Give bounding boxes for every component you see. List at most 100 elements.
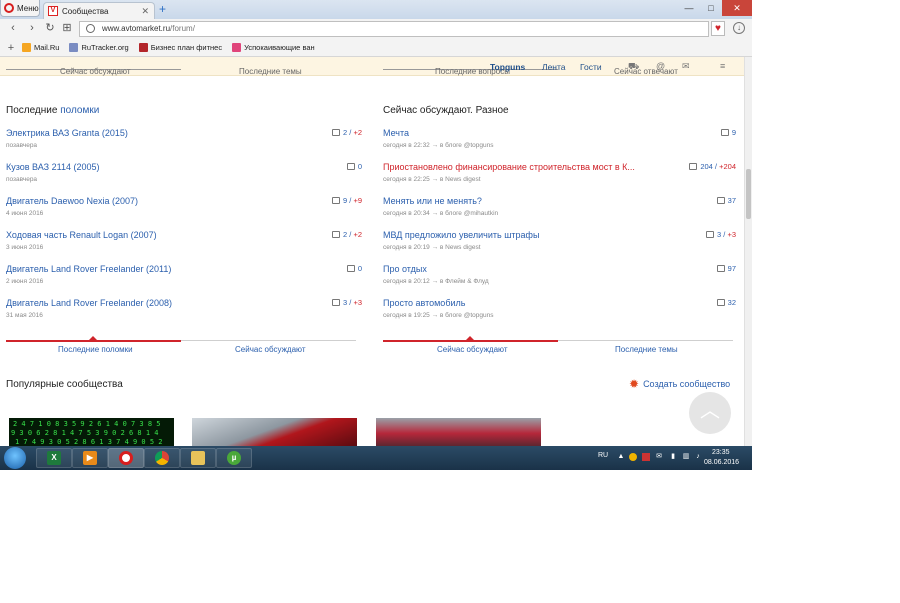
comment-icon (716, 299, 725, 306)
clock-time[interactable]: 23:35 (712, 449, 730, 456)
add-bookmark-icon[interactable]: + (0, 42, 22, 54)
close-tab-icon[interactable]: ✕ (141, 6, 149, 17)
business-plan-icon (138, 43, 148, 52)
community-thumbnail[interactable] (192, 418, 357, 446)
nav-guests[interactable]: Гости (580, 62, 602, 72)
active-tab-indicator (6, 340, 181, 342)
at-icon[interactable]: @ (656, 61, 665, 71)
breakdown-item: Двигатель Daewoo Nexia (2007) 4 июня 201… (6, 196, 362, 230)
discussion-link[interactable]: Приостановлено финансирование строительс… (383, 162, 635, 172)
tab-last-breakdowns[interactable]: Последние поломки (58, 345, 133, 354)
taskbar-excel[interactable]: X (36, 448, 72, 468)
comment-count[interactable]: 2 / +2 (332, 128, 362, 137)
speed-dial-icon[interactable]: ⊞ (61, 22, 73, 34)
bookmark-item[interactable]: Успокаивающие ван (232, 43, 315, 52)
discussion-link[interactable]: Менять или не менять? (383, 196, 482, 206)
discussion-meta: сегодня в 22:25 → в News digest (383, 176, 481, 183)
taskbar-media-player[interactable]: ▶ (72, 448, 108, 468)
breakdown-link[interactable]: Двигатель Land Rover Freelander (2011) (6, 264, 171, 274)
tab-latest-topics[interactable]: Последние темы (615, 345, 678, 354)
discussion-item: Менять или не менять? сегодня в 20:34 → … (383, 196, 736, 230)
community-thumbnail[interactable]: 2 4 7 1 0 8 3 5 9 2 6 1 4 0 7 3 8 5 9 3 … (9, 418, 174, 446)
taskbar-opera[interactable] (108, 448, 144, 468)
bookmark-label: RuTracker.org (81, 43, 129, 52)
breakdown-link[interactable]: Ходовая часть Renault Logan (2007) (6, 230, 157, 240)
tray-volume-icon[interactable]: ♪ (694, 453, 702, 461)
download-icon[interactable]: ↓ (733, 22, 745, 34)
minimize-icon[interactable]: — (678, 0, 700, 16)
close-window-icon[interactable]: ✕ (722, 0, 752, 16)
header-ghost-tab[interactable]: Последние темы (239, 67, 302, 76)
breakdown-link[interactable]: Электрика ВАЗ Granta (2015) (6, 128, 128, 138)
title-bar: Меню V Сообщества ✕ + — □ ✕ (0, 0, 752, 19)
scrollbar-thumb[interactable] (746, 169, 751, 219)
bookmark-item[interactable]: RuTracker.org (69, 43, 129, 52)
reload-icon[interactable]: ↻ (44, 22, 56, 34)
tab-now-discussing[interactable]: Сейчас обсуждают (235, 345, 306, 354)
breakdowns-title-link[interactable]: поломки (60, 105, 99, 116)
opera-icon (119, 451, 133, 465)
create-community-button[interactable]: ✹ Создать сообщество (629, 378, 730, 390)
comment-count[interactable]: 97 (716, 264, 736, 273)
comment-count[interactable]: 3 / +3 (706, 230, 736, 239)
comment-icon (716, 265, 725, 272)
comment-count[interactable]: 2 / +2 (332, 230, 362, 239)
tray-battery-icon[interactable]: ▮ (669, 453, 677, 461)
header-ghost-tab[interactable]: Сейчас отвечают (614, 67, 678, 76)
site-info-icon[interactable] (86, 24, 95, 33)
comment-count[interactable]: 0 (346, 162, 362, 171)
browser-tab-active[interactable]: V Сообщества ✕ (43, 2, 155, 19)
taskbar-utorrent[interactable]: µ (216, 448, 252, 468)
breakdown-link[interactable]: Двигатель Daewoo Nexia (2007) (6, 196, 138, 206)
nav-feed[interactable]: Лента (542, 62, 566, 72)
comment-count[interactable]: 3 / +3 (332, 298, 362, 307)
bookmark-item[interactable]: Бизнес план фитнес (138, 43, 222, 52)
discussion-meta: сегодня в 20:34 → в блоге @mihautkin (383, 210, 499, 217)
opera-menu-button[interactable]: Меню (0, 0, 40, 17)
header-ghost-tab[interactable]: Сейчас обсуждают (60, 67, 131, 76)
new-tab-button[interactable]: + (159, 2, 171, 16)
discussion-meta: сегодня в 19:25 → в блоге @topguns (383, 312, 494, 319)
breakdown-link[interactable]: Кузов ВАЗ 2114 (2005) (6, 162, 99, 172)
tray-signal-icon[interactable]: ▥ (682, 453, 690, 461)
back-icon[interactable]: ‹ (7, 22, 19, 34)
comment-count[interactable]: 32 (716, 298, 736, 307)
address-input[interactable]: www.avtomarket.ru/forum/ (79, 21, 709, 37)
discussion-link[interactable]: Просто автомобиль (383, 298, 465, 308)
tray-network-icon[interactable]: ✉ (655, 453, 663, 461)
discussion-item: Мечта сегодня в 22:32 → в блоге @topguns… (383, 128, 736, 162)
taskbar-chrome[interactable] (144, 448, 180, 468)
start-button-icon[interactable] (4, 447, 26, 469)
comment-icon (716, 197, 725, 204)
breakdown-link[interactable]: Двигатель Land Rover Freelander (2008) (6, 298, 172, 308)
tray-language[interactable]: RU (598, 452, 608, 459)
forward-icon[interactable]: › (26, 22, 38, 34)
comment-count[interactable]: 9 (720, 128, 736, 137)
heart-icon[interactable]: ♥ (711, 21, 725, 36)
discussion-link[interactable]: Про отдых (383, 264, 427, 274)
hamburger-menu-icon[interactable]: ≡ (720, 61, 725, 71)
breakdowns-tabs: Последние поломки Сейчас обсуждают (6, 336, 356, 356)
comment-count[interactable]: 0 (346, 264, 362, 273)
site-brand[interactable]: Topguns (490, 62, 525, 72)
maximize-icon[interactable]: □ (700, 0, 722, 16)
page-scrollbar[interactable] (744, 57, 752, 446)
taskbar-explorer[interactable] (180, 448, 216, 468)
comment-count[interactable]: 9 / +9 (332, 196, 362, 205)
car-icon[interactable]: ⛟ (628, 61, 639, 73)
tray-expand-icon[interactable]: ▲ (617, 453, 625, 461)
discussion-link[interactable]: Мечта (383, 128, 409, 138)
comment-count[interactable]: 37 (716, 196, 736, 205)
discussion-item: Приостановлено финансирование строительс… (383, 162, 736, 196)
discussion-link[interactable]: МВД предложило увеличить штрафы (383, 230, 539, 240)
bookmark-item[interactable]: Mail.Ru (22, 43, 59, 52)
clock-date[interactable]: 08.06.2016 (704, 459, 739, 466)
tray-shield-icon[interactable] (642, 453, 650, 461)
community-thumbnail[interactable] (376, 418, 541, 446)
mail-icon[interactable]: ✉ (682, 61, 690, 72)
scroll-to-top-button[interactable]: ︿ (689, 392, 731, 434)
tab-now-discussing[interactable]: Сейчас обсуждают (437, 345, 508, 354)
bookmark-label: Успокаивающие ван (244, 43, 315, 52)
tray-app-icon[interactable] (629, 453, 637, 461)
comment-count[interactable]: 204 / +204 (689, 162, 736, 171)
